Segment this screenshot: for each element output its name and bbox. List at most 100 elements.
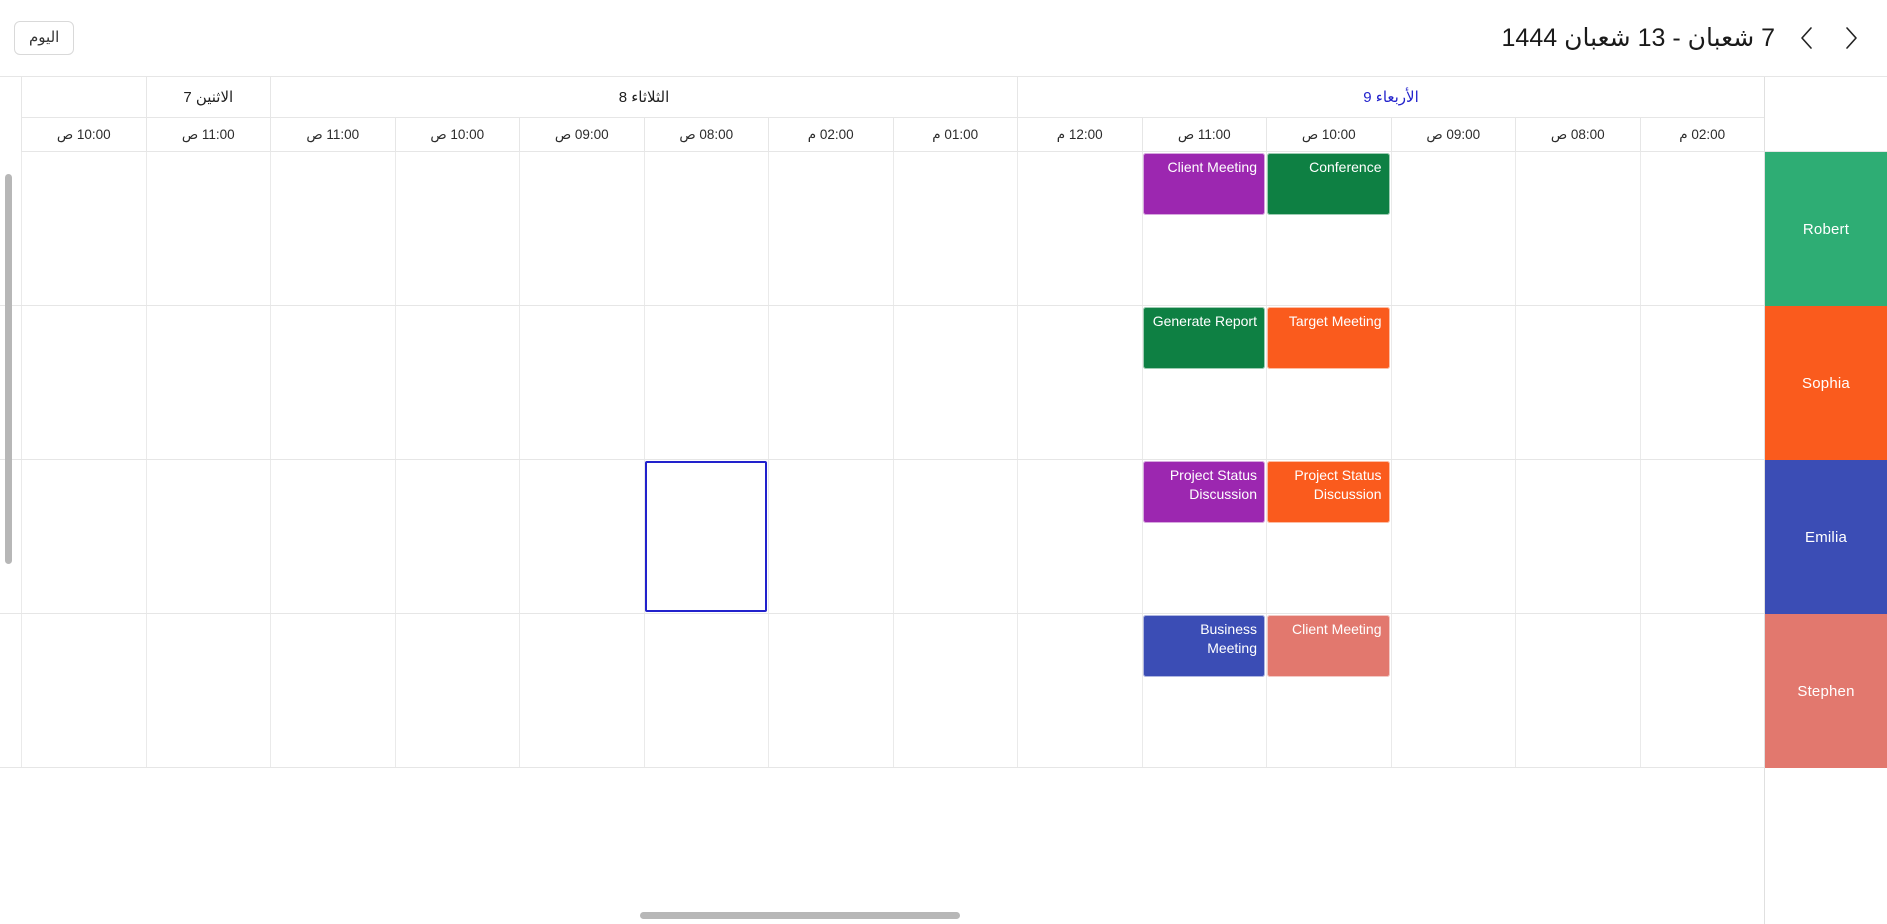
event-title: Project Status Discussion [1169, 467, 1257, 502]
time-header-cell[interactable]: 10:00 ص [1266, 117, 1391, 152]
grid-cell[interactable] [394, 306, 519, 459]
time-header-cell[interactable]: 08:00 ص [1515, 117, 1640, 152]
grid-cell[interactable] [519, 152, 644, 305]
grid-cell[interactable] [1639, 152, 1764, 305]
grid-cell[interactable] [394, 152, 519, 305]
grid-cell[interactable] [519, 460, 644, 613]
time-header-cell[interactable]: 01:00 م [892, 117, 1017, 152]
time-header-cell[interactable]: 09:00 ص [1390, 117, 1515, 152]
grid-cell[interactable] [21, 614, 146, 767]
grid-cell[interactable] [1390, 614, 1515, 767]
grid-cell[interactable] [1017, 460, 1142, 613]
grid-cell[interactable] [394, 614, 519, 767]
grid-cell[interactable] [768, 306, 893, 459]
event-block[interactable]: Client Meeting [1267, 615, 1390, 677]
grid-cell[interactable] [1390, 460, 1515, 613]
resource-cell[interactable]: Sophia [1765, 306, 1887, 460]
event-title: Business Meeting [1200, 621, 1257, 656]
vertical-scrollbar[interactable] [5, 152, 12, 924]
grid-cell[interactable] [21, 306, 146, 459]
grid-cell[interactable] [1515, 460, 1640, 613]
grid-cell[interactable] [643, 306, 768, 459]
toolbar-navigation: 7 شعبان - 13 شعبان 1444 [1496, 16, 1873, 60]
horizontal-scrollbar-thumb[interactable] [640, 912, 960, 919]
event-block[interactable]: Business Meeting [1142, 615, 1265, 677]
timeline: الأربعاء 9 الثلاثاء 8 الاثنين 7 02:00 م 08:… [0, 77, 1764, 924]
event-title: Target Meeting [1288, 313, 1382, 329]
event-title: Client Meeting [1167, 159, 1258, 175]
event-block[interactable]: Conference [1267, 153, 1390, 215]
prev-period-button[interactable] [1785, 16, 1829, 60]
time-header-cell[interactable]: 10:00 ص [394, 117, 519, 152]
grid-cell[interactable] [270, 460, 395, 613]
grid-cell[interactable] [1390, 306, 1515, 459]
grid-cell[interactable] [270, 614, 395, 767]
resource-cell[interactable]: Stephen [1765, 614, 1887, 768]
grid-cell[interactable] [1515, 306, 1640, 459]
time-header-cell[interactable]: 08:00 ص [643, 117, 768, 152]
grid-cell[interactable] [1390, 152, 1515, 305]
resource-column-header [1765, 77, 1887, 152]
time-header-cell[interactable]: 02:00 م [768, 117, 893, 152]
resource-cell[interactable]: Emilia [1765, 460, 1887, 614]
grid-cell[interactable] [145, 306, 270, 459]
event-title: Client Meeting [1292, 621, 1382, 637]
grid-cell[interactable] [1515, 614, 1640, 767]
today-button[interactable]: اليوم [14, 21, 75, 55]
event-block[interactable]: Target Meeting [1267, 307, 1390, 369]
day-header-cell[interactable]: الثلاثاء 8 [270, 77, 1017, 117]
event-block[interactable]: Project Status Discussion [1267, 461, 1390, 523]
time-header-cell[interactable]: 11:00 ص [145, 117, 270, 152]
day-header-row: الأربعاء 9 الثلاثاء 8 الاثنين 7 [0, 77, 1764, 117]
grid-cell[interactable] [519, 614, 644, 767]
grid-cell[interactable] [892, 614, 1017, 767]
grid-row [0, 306, 1764, 460]
time-header-cell[interactable]: 11:00 ص [270, 117, 395, 152]
resource-cell[interactable]: Robert [1765, 152, 1887, 306]
event-block[interactable]: Project Status Discussion [1142, 461, 1265, 523]
grid-cell[interactable] [768, 614, 893, 767]
next-period-button[interactable] [1829, 16, 1873, 60]
day-header-cell[interactable] [21, 77, 146, 117]
grid-cell[interactable] [270, 152, 395, 305]
grid-cell[interactable] [892, 306, 1017, 459]
horizontal-scrollbar[interactable] [0, 912, 1764, 919]
grid-cell[interactable] [145, 460, 270, 613]
grid-cell[interactable] [394, 460, 519, 613]
time-header-cell[interactable]: 10:00 ص [21, 117, 146, 152]
resource-column: Robert Sophia Emilia Stephen [1764, 77, 1887, 924]
grid-cell[interactable] [1515, 152, 1640, 305]
event-title: Generate Report [1152, 313, 1257, 329]
grid-cell[interactable] [145, 614, 270, 767]
grid-cell[interactable] [1639, 614, 1764, 767]
event-title: Conference [1309, 159, 1382, 175]
grid-cell[interactable] [270, 306, 395, 459]
grid-cell[interactable] [1017, 152, 1142, 305]
day-header-cell[interactable]: الاثنين 7 [145, 77, 270, 117]
selected-time-slot[interactable] [644, 461, 767, 612]
time-header-cell[interactable]: 11:00 ص [1141, 117, 1266, 152]
time-header-cell[interactable]: 12:00 م [1017, 117, 1142, 152]
grid-cell[interactable] [643, 152, 768, 305]
grid-cell[interactable] [892, 152, 1017, 305]
day-header-cell[interactable]: الأربعاء 9 [1017, 77, 1764, 117]
grid-cell[interactable] [21, 460, 146, 613]
event-block[interactable]: Generate Report [1142, 307, 1265, 369]
grid-cell[interactable] [21, 152, 146, 305]
event-block[interactable]: Client Meeting [1142, 153, 1265, 215]
event-title: Project Status Discussion [1294, 467, 1382, 502]
grid-cell[interactable] [768, 460, 893, 613]
vertical-scrollbar-thumb[interactable] [5, 174, 12, 564]
grid-cell[interactable] [145, 152, 270, 305]
grid-cell[interactable] [1639, 306, 1764, 459]
grid-cell[interactable] [643, 614, 768, 767]
time-header-cell[interactable]: 02:00 م [1639, 117, 1764, 152]
grid-cell[interactable] [892, 460, 1017, 613]
grid-cell[interactable] [1017, 306, 1142, 459]
time-header-cell[interactable]: 09:00 ص [519, 117, 644, 152]
grid-cell[interactable] [768, 152, 893, 305]
timeline-grid: Client Meeting Conference Generate Report T… [0, 152, 1764, 924]
grid-cell[interactable] [519, 306, 644, 459]
grid-cell[interactable] [1639, 460, 1764, 613]
grid-cell[interactable] [1017, 614, 1142, 767]
